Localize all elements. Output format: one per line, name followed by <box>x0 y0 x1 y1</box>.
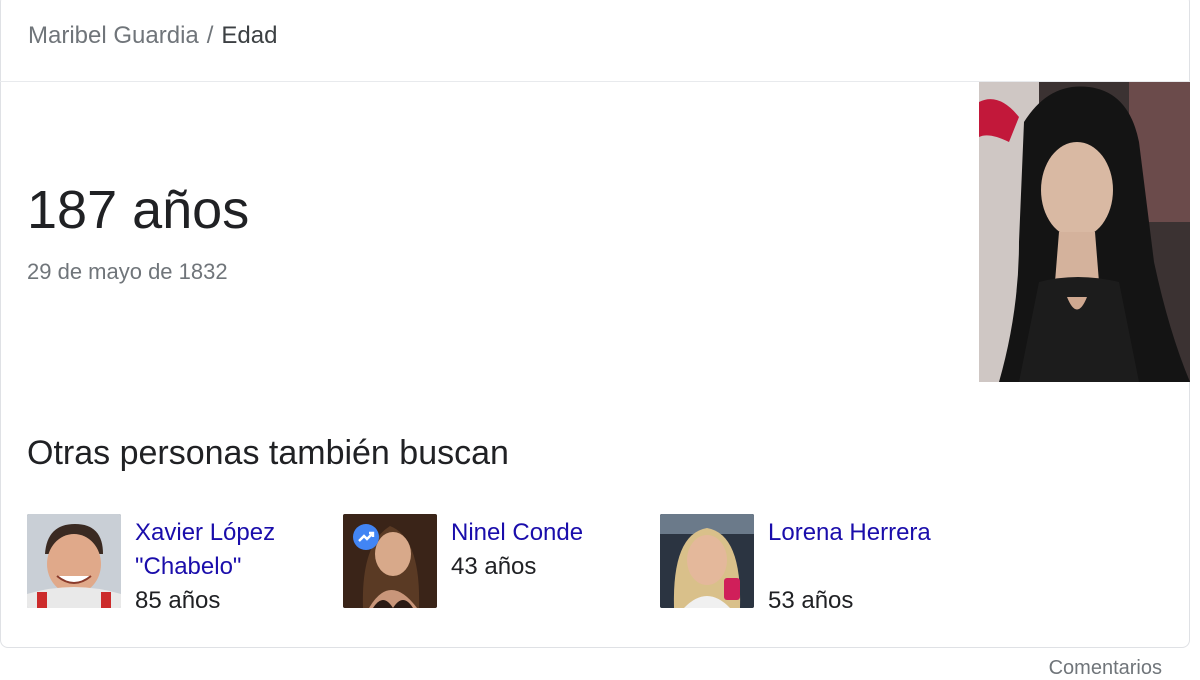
person-thumbnail[interactable] <box>343 514 437 608</box>
breadcrumb-subject-link[interactable]: Maribel Guardia <box>28 22 199 49</box>
person-age: 85 años <box>135 587 221 614</box>
person-thumbnail[interactable] <box>660 514 754 608</box>
person-age: 53 años <box>768 587 854 614</box>
person-name-link[interactable]: Lorena Herrera <box>768 516 938 550</box>
trending-icon <box>358 531 375 542</box>
person-photo-icon <box>979 82 1190 382</box>
breadcrumb-current: Edad <box>221 22 278 49</box>
birth-date: 29 de mayo de 1832 <box>27 259 228 284</box>
age-answer: 187 años <box>27 180 250 240</box>
person-name-link[interactable]: Ninel Conde <box>451 516 621 550</box>
breadcrumb: Maribel Guardia / Edad <box>28 22 277 50</box>
breadcrumb-separator: / <box>206 22 214 49</box>
person-photo-icon <box>27 514 121 608</box>
hero-photo[interactable] <box>979 82 1190 382</box>
person-age: 43 años <box>451 553 537 580</box>
trending-badge <box>353 524 379 550</box>
person-thumbnail[interactable] <box>27 514 121 608</box>
person-photo-icon <box>660 514 754 608</box>
related-section-title: Otras personas también buscan <box>27 434 509 472</box>
feedback-link[interactable]: Comentarios <box>1049 656 1162 680</box>
person-name-link[interactable]: Xavier López "Chabelo" <box>135 516 305 584</box>
